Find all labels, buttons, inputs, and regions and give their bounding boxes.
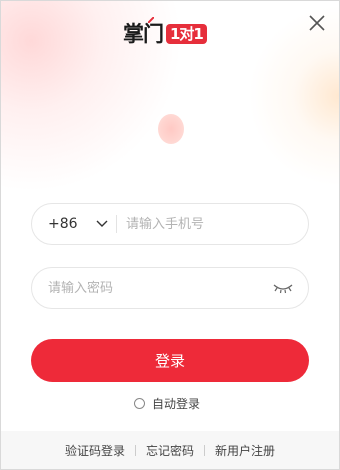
password-field xyxy=(31,267,309,309)
login-window: 掌门 1对1 +86 登录 自动登录 验证码登录 忘记密码 xyxy=(0,0,340,470)
auto-login-radio[interactable] xyxy=(134,397,145,409)
register-link[interactable]: 新用户注册 xyxy=(215,442,275,459)
footer-divider xyxy=(204,444,205,456)
close-icon xyxy=(309,15,325,31)
phone-input[interactable] xyxy=(126,204,296,244)
app-logo: 掌门 1对1 xyxy=(123,17,207,48)
forgot-password-link[interactable]: 忘记密码 xyxy=(146,442,194,459)
password-input[interactable] xyxy=(48,268,268,308)
sms-login-link[interactable]: 验证码登录 xyxy=(65,442,125,459)
eye-closed-icon[interactable] xyxy=(272,282,294,294)
footer-divider xyxy=(134,444,136,456)
field-divider xyxy=(116,215,117,233)
footer-links: 验证码登录 忘记密码 新用户注册 xyxy=(1,431,339,469)
logo-text: 掌门 xyxy=(123,22,164,46)
logo-accent-mark xyxy=(148,17,154,23)
close-button[interactable] xyxy=(306,12,328,34)
auto-login-label: 自动登录 xyxy=(152,396,201,411)
phone-field: +86 xyxy=(31,203,309,245)
auto-login-toggle[interactable]: 自动登录 xyxy=(134,395,200,411)
avatar-placeholder xyxy=(158,114,184,144)
login-button[interactable]: 登录 xyxy=(31,339,309,382)
chevron-down-icon[interactable] xyxy=(96,219,108,229)
logo-badge: 1对1 xyxy=(166,24,207,44)
country-code[interactable]: +86 xyxy=(48,204,78,244)
